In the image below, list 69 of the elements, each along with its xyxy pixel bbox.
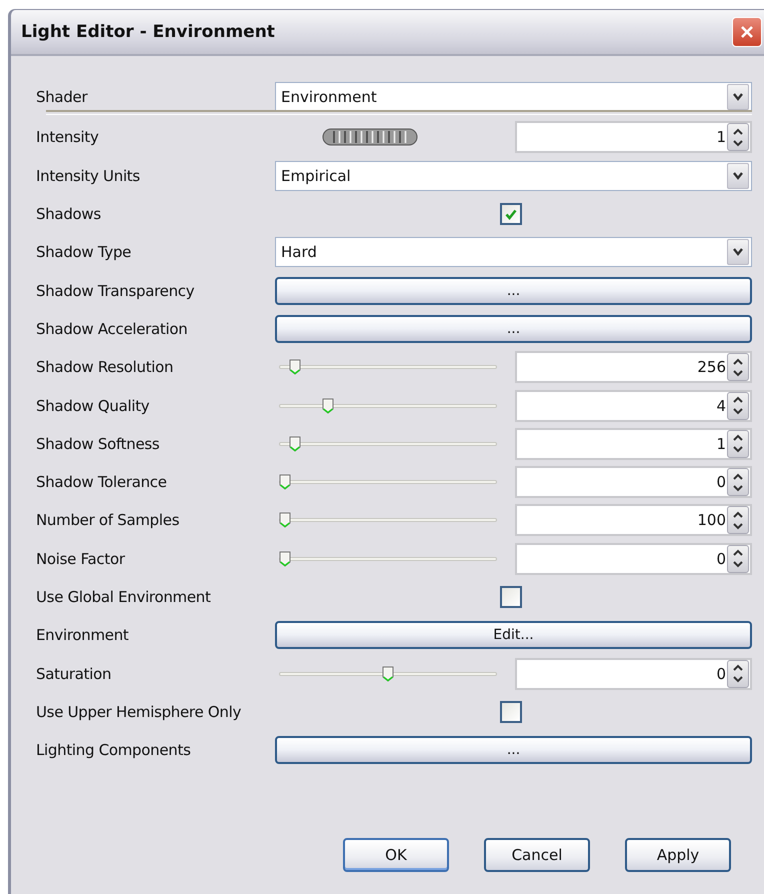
slider[interactable] <box>279 474 497 490</box>
spin-button[interactable] <box>727 123 749 152</box>
slider[interactable] <box>279 550 497 567</box>
field-label: Intensity Units <box>36 166 141 185</box>
chevron-down-icon <box>732 172 744 180</box>
number-field[interactable]: 1 <box>515 428 752 460</box>
spin-button[interactable] <box>727 353 749 382</box>
field-label: Shader <box>36 88 89 106</box>
number-field[interactable]: 0 <box>515 466 752 498</box>
checkbox[interactable] <box>500 700 522 723</box>
dialog-button[interactable]: Cancel <box>484 838 590 872</box>
slider-thumb[interactable] <box>289 359 302 376</box>
action-button[interactable]: ... <box>275 736 752 764</box>
field-label: Saturation <box>36 664 112 683</box>
field-label: Shadows <box>36 205 102 224</box>
knob-icon <box>322 128 418 146</box>
spin-button[interactable] <box>727 660 749 688</box>
slider-thumb[interactable] <box>382 666 394 682</box>
slider[interactable] <box>279 666 497 682</box>
checkmark-icon <box>505 208 517 220</box>
number-field[interactable]: 1 <box>515 121 752 154</box>
number-field[interactable]: 0 <box>515 542 752 575</box>
slider-thumb[interactable] <box>279 550 291 567</box>
slider-thumb[interactable] <box>279 512 291 528</box>
spin-button[interactable] <box>727 468 749 496</box>
number-field[interactable]: 0 <box>515 658 752 690</box>
number-field[interactable]: 256 <box>515 351 752 384</box>
slider-thumb[interactable] <box>279 474 291 490</box>
field-label: Shadow Resolution <box>36 358 174 376</box>
field-label: Shadow Tolerance <box>36 473 168 492</box>
action-button[interactable]: ... <box>275 276 752 305</box>
field-label: Environment <box>36 626 130 644</box>
spin-button[interactable] <box>727 392 749 420</box>
chevron-down-icon <box>732 248 744 256</box>
number-field[interactable]: 4 <box>515 390 752 422</box>
number-field[interactable]: 100 <box>515 504 752 536</box>
slider-thumb[interactable] <box>289 436 302 452</box>
checkbox[interactable] <box>500 586 522 608</box>
dialog-button[interactable]: OK <box>343 838 449 872</box>
action-button[interactable]: ... <box>275 314 752 343</box>
field-label: Use Global Environment <box>36 588 212 606</box>
chevron-down-icon <box>732 93 744 102</box>
window-title: Light Editor - Environment <box>21 22 276 42</box>
dialog-button[interactable]: Apply <box>625 838 731 872</box>
field-label: Shadow Transparency <box>36 282 196 300</box>
close-button[interactable] <box>732 17 762 47</box>
checkbox[interactable] <box>500 203 522 226</box>
slider[interactable] <box>279 359 497 376</box>
field-label: Intensity <box>36 128 100 146</box>
field-label: Use Upper Hemisphere Only <box>36 702 242 721</box>
spin-button[interactable] <box>727 544 749 573</box>
close-icon <box>739 24 755 40</box>
field-label: Shadow Type <box>36 243 132 262</box>
spin-button[interactable] <box>727 430 749 458</box>
field-label: Noise Factor <box>36 550 126 568</box>
field-label: Shadow Softness <box>36 434 160 453</box>
field-label: Number of Samples <box>36 511 180 530</box>
slider[interactable] <box>279 512 497 528</box>
action-button[interactable]: Edit... <box>275 621 752 650</box>
slider[interactable] <box>279 398 497 414</box>
dropdown[interactable]: Empirical <box>275 160 752 191</box>
field-label: Lighting Components <box>36 741 192 760</box>
slider[interactable] <box>279 436 497 452</box>
dropdown[interactable]: Hard <box>275 237 752 268</box>
field-label: Shadow Quality <box>36 396 150 415</box>
spin-button[interactable] <box>727 506 749 534</box>
dropdown[interactable]: Environment <box>275 82 752 112</box>
field-label: Shadow Acceleration <box>36 320 188 338</box>
slider-thumb[interactable] <box>322 398 334 414</box>
